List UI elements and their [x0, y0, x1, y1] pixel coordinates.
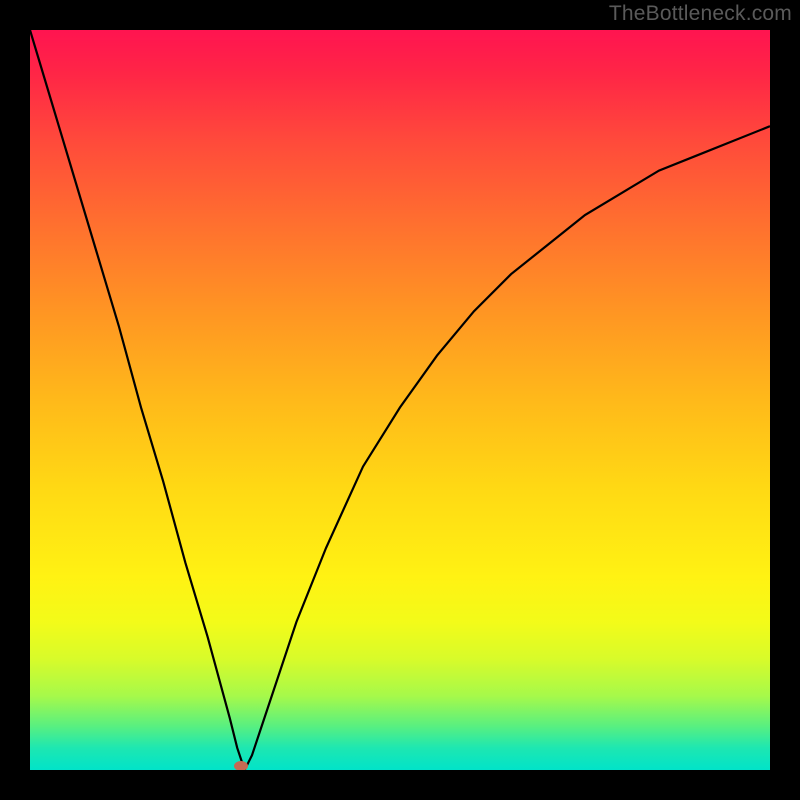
plot-area [30, 30, 770, 770]
bottleneck-curve [30, 30, 770, 770]
chart-frame: TheBottleneck.com [0, 0, 800, 800]
curve-path [30, 30, 770, 770]
watermark-text: TheBottleneck.com [609, 2, 792, 26]
optimum-marker [234, 761, 248, 770]
